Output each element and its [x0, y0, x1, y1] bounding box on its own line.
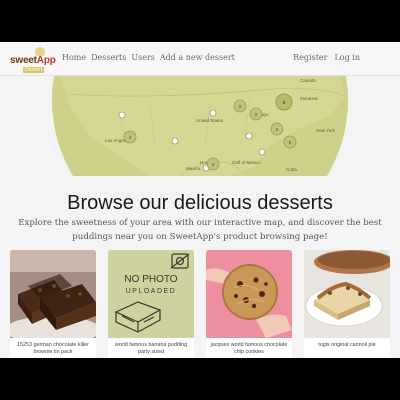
map-label-gulf: Gulf of Mexico	[232, 160, 261, 165]
nav-home-link[interactable]: Home	[62, 53, 86, 62]
dessert-cards: 15253 german chocolate killer brownie ti…	[0, 250, 400, 358]
logo-tagline: Dessert	[23, 67, 45, 73]
logo-text: sweetApp	[10, 55, 56, 66]
map-label-new-york: New York	[316, 128, 336, 133]
dessert-card-title: jacques world famous chocolate chip cook…	[210, 342, 288, 355]
no-photo-placeholder: NO PHOTO UPLOADED	[108, 250, 194, 338]
map-label-mexico: Mexico	[186, 166, 201, 171]
map-marker[interactable]	[258, 148, 266, 156]
page: sweetApp Dessert Home Desserts Users Add…	[0, 42, 400, 358]
nav-add-dessert-link[interactable]: Add a new dessert	[160, 53, 235, 62]
map-label-cuba: Cuba	[286, 167, 297, 172]
dessert-card-title: 15253 german chocolate killer brownie ti…	[17, 342, 89, 355]
nav-login-link[interactable]: Log in	[334, 53, 360, 62]
nav-users-link[interactable]: Users	[131, 53, 155, 62]
navbar: sweetApp Dessert Home Desserts Users Add…	[0, 42, 400, 76]
cookie-photo	[206, 250, 292, 338]
nav-auth-links: Register Log in	[293, 53, 360, 62]
nav-register-link[interactable]: Register	[293, 53, 327, 62]
map-svg: Canada United States Mexico Gulf of Mexi…	[52, 76, 348, 176]
map-marker[interactable]	[171, 137, 179, 145]
nav-links: Home Desserts Users Add a new dessert	[62, 53, 235, 62]
dessert-card-title: world famous banana pudding party sized	[114, 342, 188, 355]
sweetapp-logo[interactable]: sweetApp Dessert	[10, 47, 56, 73]
nav-desserts-link[interactable]: Desserts	[91, 53, 126, 62]
dessert-card[interactable]: 15253 german chocolate killer brownie ti…	[10, 250, 96, 358]
dessert-card-title: tugis original cannoli pie	[318, 342, 376, 348]
pie-photo	[304, 250, 390, 338]
dessert-card[interactable]: NO PHOTO UPLOADED world famous banana pu…	[108, 250, 194, 358]
no-photo-text: NO PHOTO	[124, 274, 177, 285]
brownie-photo	[10, 250, 96, 338]
page-description: Explore the sweetness of your area with …	[18, 218, 382, 242]
map-marker[interactable]	[118, 111, 126, 119]
map-label-montreal: Montreal	[300, 96, 318, 101]
uploaded-text: UPLOADED	[126, 288, 177, 295]
map-marker[interactable]	[245, 132, 253, 140]
dessert-card[interactable]: jacques world famous chocolate chip cook…	[206, 250, 292, 358]
map-label-canada: Canada	[300, 78, 316, 83]
map-label-united-states: United States	[196, 118, 224, 123]
map-marker[interactable]	[209, 109, 217, 117]
interactive-map[interactable]: Canada United States Mexico Gulf of Mexi…	[0, 76, 400, 176]
dessert-card[interactable]: tugis original cannoli pie	[304, 250, 390, 358]
page-title: Browse our delicious desserts	[67, 192, 333, 214]
